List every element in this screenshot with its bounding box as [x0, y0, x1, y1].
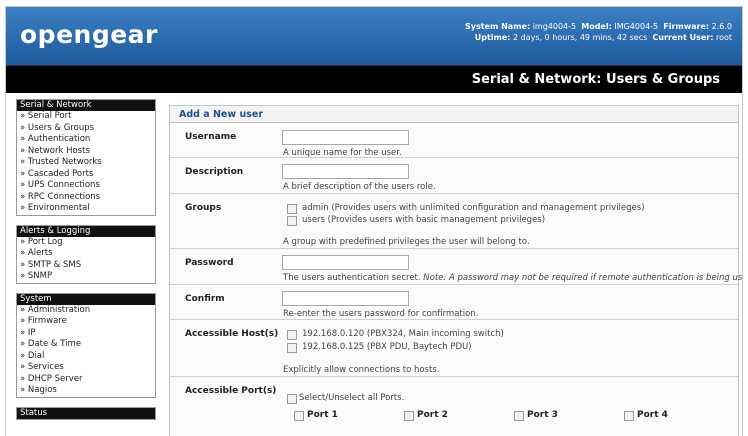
username-label: Username	[185, 132, 237, 142]
sidebar-item-dhcp-server[interactable]: » DHCP Server	[17, 374, 155, 386]
sidebar-section-alerts-logging: Alerts & Logging » Port Log » Alerts » S…	[16, 224, 156, 284]
groups-label: Groups	[185, 203, 222, 213]
host-label: 192.168.0.125 (PBX PDU, Baytech PDU)	[302, 342, 472, 352]
sidebar-item-alerts[interactable]: » Alerts	[17, 248, 155, 260]
admin-group-label: admin (Provides users with unlimited con…	[302, 203, 645, 213]
select-all-ports-label: Select/Unselect all Ports.	[299, 393, 405, 403]
port-checkbox[interactable]	[294, 411, 304, 421]
port-checkbox[interactable]	[404, 411, 414, 421]
accessible-ports-label: Accessible Port(s)	[185, 386, 277, 396]
system-info-line-2: Uptime: 2 days, 0 hours, 49 mins, 42 sec…	[474, 33, 732, 42]
sidebar-item-network-hosts[interactable]: » Network Hosts	[17, 146, 155, 158]
host-checkbox[interactable]	[287, 343, 297, 353]
sidebar-section-system: System » Administration » Firmware » IP …	[16, 292, 156, 398]
accessible-hosts-row: Accessible Host(s) 192.168.0.120 (PBX324…	[170, 320, 738, 377]
username-row: Username A unique name for the user.	[170, 123, 738, 158]
port-label: Port 3	[527, 410, 558, 420]
sidebar-section-title: Alerts & Logging	[17, 225, 155, 237]
browser-frame: opengear System Name: img4004-5 Model: I…	[5, 6, 743, 436]
sidebar-item-cascaded-ports[interactable]: » Cascaded Ports	[17, 169, 155, 181]
sidebar-item-port-log[interactable]: » Port Log	[17, 237, 155, 249]
sidebar-item-trusted-networks[interactable]: » Trusted Networks	[17, 157, 155, 169]
description-row: Description A brief description of the u…	[170, 158, 738, 194]
password-label: Password	[185, 258, 234, 268]
opengear-logo: opengear	[20, 20, 158, 49]
password-help: The users authentication secret. Note: A…	[283, 273, 743, 283]
host-label: 192.168.0.120 (PBX324, Main incoming swi…	[302, 329, 504, 339]
accessible-hosts-label: Accessible Host(s)	[185, 329, 279, 339]
form-heading: Add a New user	[170, 106, 738, 123]
username-input[interactable]	[282, 130, 409, 145]
host-checkbox[interactable]	[287, 330, 297, 340]
sidebar-item-dial[interactable]: » Dial	[17, 351, 155, 363]
password-row: Password The users authentication secret…	[170, 249, 742, 285]
groups-row: Groups admin (Provides users with unlimi…	[170, 194, 738, 249]
firmware-version: 2.6.0	[711, 22, 732, 31]
sidebar-section-title: Serial & Network	[17, 100, 155, 111]
sidebar-item-administration[interactable]: » Administration	[17, 305, 155, 317]
select-all-ports-checkbox[interactable]	[287, 394, 297, 404]
sidebar: Serial & Network » Serial Port » Users &…	[16, 99, 156, 429]
sidebar-item-authentication[interactable]: » Authentication	[17, 134, 155, 146]
add-user-form: Add a New user Username A unique name fo…	[169, 105, 742, 436]
sidebar-item-services[interactable]: » Services	[17, 362, 155, 374]
password-input[interactable]	[282, 255, 409, 270]
system-info-line-1: System Name: img4004-5 Model: IMG4004-5 …	[464, 22, 732, 31]
sidebar-section-status: Status	[16, 406, 156, 420]
username-help: A unique name for the user.	[283, 148, 402, 158]
confirm-password-input[interactable]	[282, 291, 409, 306]
header: opengear System Name: img4004-5 Model: I…	[6, 7, 742, 65]
sidebar-item-serial-port[interactable]: » Serial Port	[17, 111, 155, 123]
port-label: Port 4	[637, 410, 668, 420]
sidebar-item-smtp-sms[interactable]: » SMTP & SMS	[17, 260, 155, 272]
system-info: System Name: img4004-5 Model: IMG4004-5 …	[465, 21, 732, 43]
title-bar: Serial & Network: Users & Groups	[6, 65, 742, 93]
uptime: 2 days, 0 hours, 49 mins, 42 secs	[513, 33, 648, 42]
port-label: Port 1	[307, 410, 338, 420]
sidebar-item-firmware[interactable]: » Firmware	[17, 316, 155, 328]
port-checkbox[interactable]	[514, 411, 524, 421]
sidebar-item-ip[interactable]: » IP	[17, 328, 155, 340]
port-checkbox[interactable]	[624, 411, 634, 421]
admin-group-checkbox[interactable]	[287, 204, 297, 214]
sidebar-section-title: System	[17, 293, 155, 305]
sidebar-item-date-time[interactable]: » Date & Time	[17, 339, 155, 351]
confirm-help: Re-enter the users password for confirma…	[283, 309, 479, 319]
confirm-row: Confirm Re-enter the users password for …	[170, 285, 738, 320]
description-input[interactable]	[282, 164, 409, 179]
sidebar-item-nagios[interactable]: » Nagios	[17, 385, 155, 397]
description-label: Description	[185, 167, 244, 177]
page-title: Serial & Network: Users & Groups	[471, 72, 720, 87]
confirm-label: Confirm	[185, 294, 225, 304]
users-group-label: users (Provides users with basic managem…	[302, 215, 546, 225]
description-help: A brief description of the users role.	[283, 182, 436, 192]
sidebar-item-snmp[interactable]: » SNMP	[17, 271, 155, 283]
sidebar-section-serial-network: Serial & Network » Serial Port » Users &…	[16, 99, 156, 216]
sidebar-item-ups-connections[interactable]: » UPS Connections	[17, 180, 155, 192]
hosts-help: Explicitly allow connections to hosts.	[283, 365, 440, 375]
accessible-ports-row: Accessible Port(s) Select/Unselect all P…	[170, 377, 738, 436]
current-user: root	[715, 33, 732, 42]
groups-help: A group with predefined privileges the u…	[283, 237, 530, 247]
password-note: Note: A password may not be required if …	[423, 273, 743, 283]
port-label: Port 2	[417, 410, 448, 420]
users-group-checkbox[interactable]	[287, 216, 297, 226]
sidebar-item-rpc-connections[interactable]: » RPC Connections	[17, 192, 155, 204]
system-name: img4004-5	[532, 22, 577, 31]
model: IMG4004-5	[614, 22, 659, 31]
sidebar-item-users-groups[interactable]: » Users & Groups	[17, 123, 155, 135]
sidebar-section-title: Status	[17, 407, 155, 419]
sidebar-item-environmental[interactable]: » Environmental	[17, 203, 155, 215]
